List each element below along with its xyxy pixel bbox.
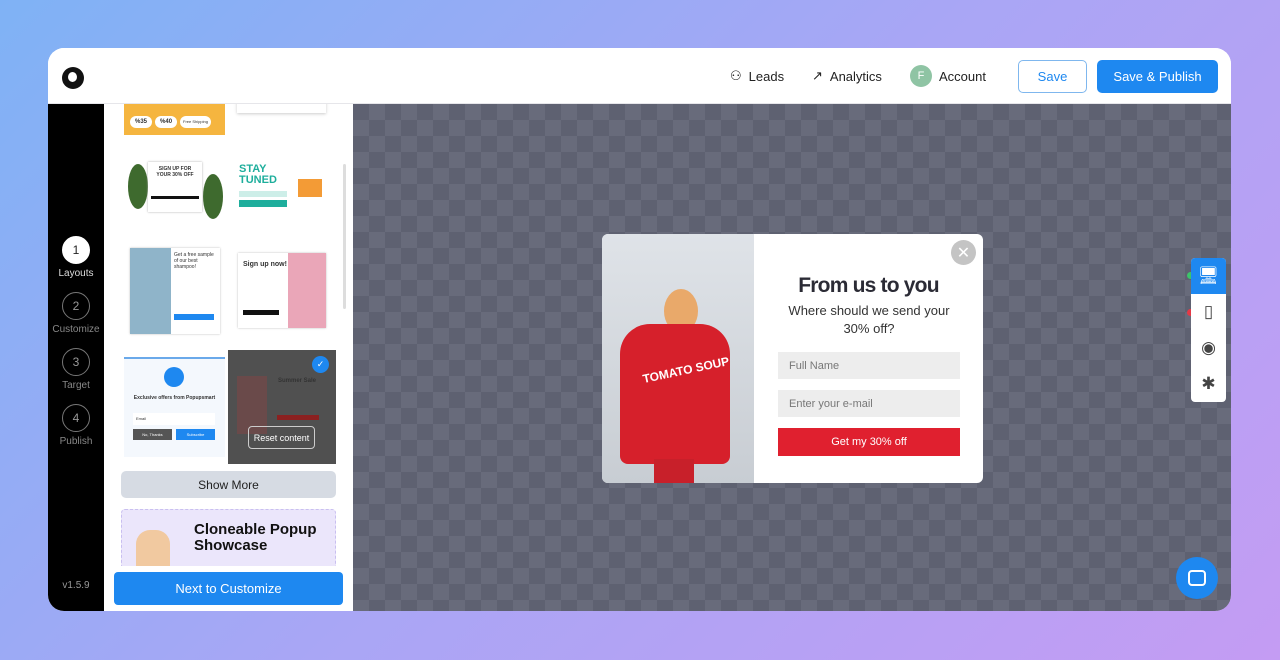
chat-icon	[1188, 570, 1206, 586]
app-window: ⚇ Leads ↗ Analytics F Account Save Save & P…	[48, 48, 1231, 611]
steps-sidebar: 1 Layouts 2 Customize 3 Target 4 Publish v1.…	[48, 104, 104, 611]
template-no-thanks: No, Thanks	[133, 429, 172, 440]
cloneable-showcase-banner[interactable]: Cloneable Popup Showcase	[121, 509, 336, 570]
step-number: 4	[62, 404, 90, 432]
hand-snap-icon	[136, 530, 170, 570]
bug-icon[interactable]: ✱	[1191, 366, 1226, 402]
avatar: F	[910, 65, 932, 87]
nav-leads-label: Leads	[748, 68, 785, 84]
template-title: SIGN UP FOR YOUR 30% OFF	[156, 166, 194, 178]
panel-scrollbar[interactable]	[343, 164, 346, 309]
nav-account[interactable]: F Account	[910, 65, 986, 87]
popupsmart-logo[interactable]	[62, 67, 84, 89]
step-number: 2	[62, 292, 90, 320]
template-email: Email	[133, 413, 215, 425]
template-title: Exclusive offers from Popupsmart	[133, 395, 216, 401]
preview-canvas: TOMATO SOUP ✕ From us to you Where shoul…	[353, 104, 1231, 611]
popup-title: From us to you	[798, 274, 939, 297]
showcase-title: Cloneable Popup Showcase	[194, 521, 317, 554]
reset-content-button[interactable]: Reset content	[248, 426, 315, 449]
popup-preview[interactable]: TOMATO SOUP ✕ From us to you Where shoul…	[602, 234, 983, 483]
step-customize[interactable]: 2 Customize	[48, 292, 104, 335]
nav-account-label: Account	[939, 68, 986, 84]
template-title: STAY TUNED	[239, 163, 277, 186]
show-more-button[interactable]: Show More	[121, 471, 336, 498]
popup-subtitle: Where should we send your 30% off?	[788, 303, 950, 336]
view-toolbar: 🖥 ▯ ◉ ✱	[1191, 258, 1226, 402]
step-label: Customize	[52, 324, 100, 335]
save-publish-button[interactable]: Save & Publish	[1097, 60, 1218, 93]
mobile-icon[interactable]: ▯	[1191, 294, 1226, 330]
step-layouts[interactable]: 1 Layouts	[48, 236, 104, 279]
save-button[interactable]: Save	[1018, 60, 1087, 93]
template-stay-tuned[interactable]: STAY TUNED	[236, 159, 336, 219]
template-summer-sale-selected[interactable]: Summer Sale ✓ Reset content	[228, 350, 336, 464]
full-name-input[interactable]: Full Name	[778, 352, 960, 379]
step-label: Layouts	[58, 268, 94, 279]
top-bar: ⚇ Leads ↗ Analytics F Account Save Save & P…	[48, 48, 1231, 104]
template-partial[interactable]	[237, 104, 326, 113]
analytics-icon: ↗	[812, 68, 823, 83]
template-discount[interactable]: %35 %40 Free Shipping	[124, 104, 225, 135]
template-popupsmart[interactable]: Exclusive offers from Popupsmart Email N…	[124, 357, 225, 457]
discount-chip: %35	[130, 116, 153, 128]
discount-chip: %40	[155, 116, 178, 128]
popup-image: TOMATO SOUP	[602, 234, 754, 483]
email-input[interactable]: Enter your e-mail	[778, 390, 960, 417]
get-discount-button[interactable]: Get my 30% off	[778, 428, 960, 456]
leads-icon: ⚇	[730, 68, 742, 83]
discount-chip: Free Shipping	[180, 116, 211, 128]
step-number: 1	[62, 236, 90, 264]
step-publish[interactable]: 4 Publish	[48, 404, 104, 447]
close-icon[interactable]: ✕	[951, 240, 976, 265]
template-title: Summer Sale	[278, 378, 317, 384]
nav-analytics-label: Analytics	[829, 68, 882, 84]
next-to-customize-button[interactable]: Next to Customize	[114, 572, 343, 605]
eye-icon[interactable]: ◉	[1191, 330, 1226, 366]
templates-panel: %35 %40 Free Shipping SIGN UP FOR YOUR 3…	[104, 104, 353, 611]
template-shampoo[interactable]: Get a free sample of our best shampoo!	[130, 248, 220, 334]
chat-support-button[interactable]	[1176, 557, 1218, 599]
step-target[interactable]: 3 Target	[48, 348, 104, 391]
version-label: v1.5.9	[62, 580, 90, 591]
template-title: Sign up now!	[243, 261, 287, 268]
step-label: Target	[62, 380, 90, 391]
template-title: Get a free sample of our best shampoo!	[174, 252, 214, 270]
nav-analytics[interactable]: ↗ Analytics	[812, 68, 882, 84]
selected-check-icon: ✓	[312, 356, 329, 373]
template-signup-now[interactable]: Sign up now!	[238, 253, 326, 328]
template-subscribe: Subscribe	[176, 429, 215, 440]
desktop-icon[interactable]: 🖥	[1191, 258, 1226, 294]
nav-leads[interactable]: ⚇ Leads	[730, 68, 784, 84]
step-label: Publish	[59, 436, 93, 447]
template-signup30[interactable]: SIGN UP FOR YOUR 30% OFF	[128, 159, 223, 219]
step-number: 3	[62, 348, 90, 376]
